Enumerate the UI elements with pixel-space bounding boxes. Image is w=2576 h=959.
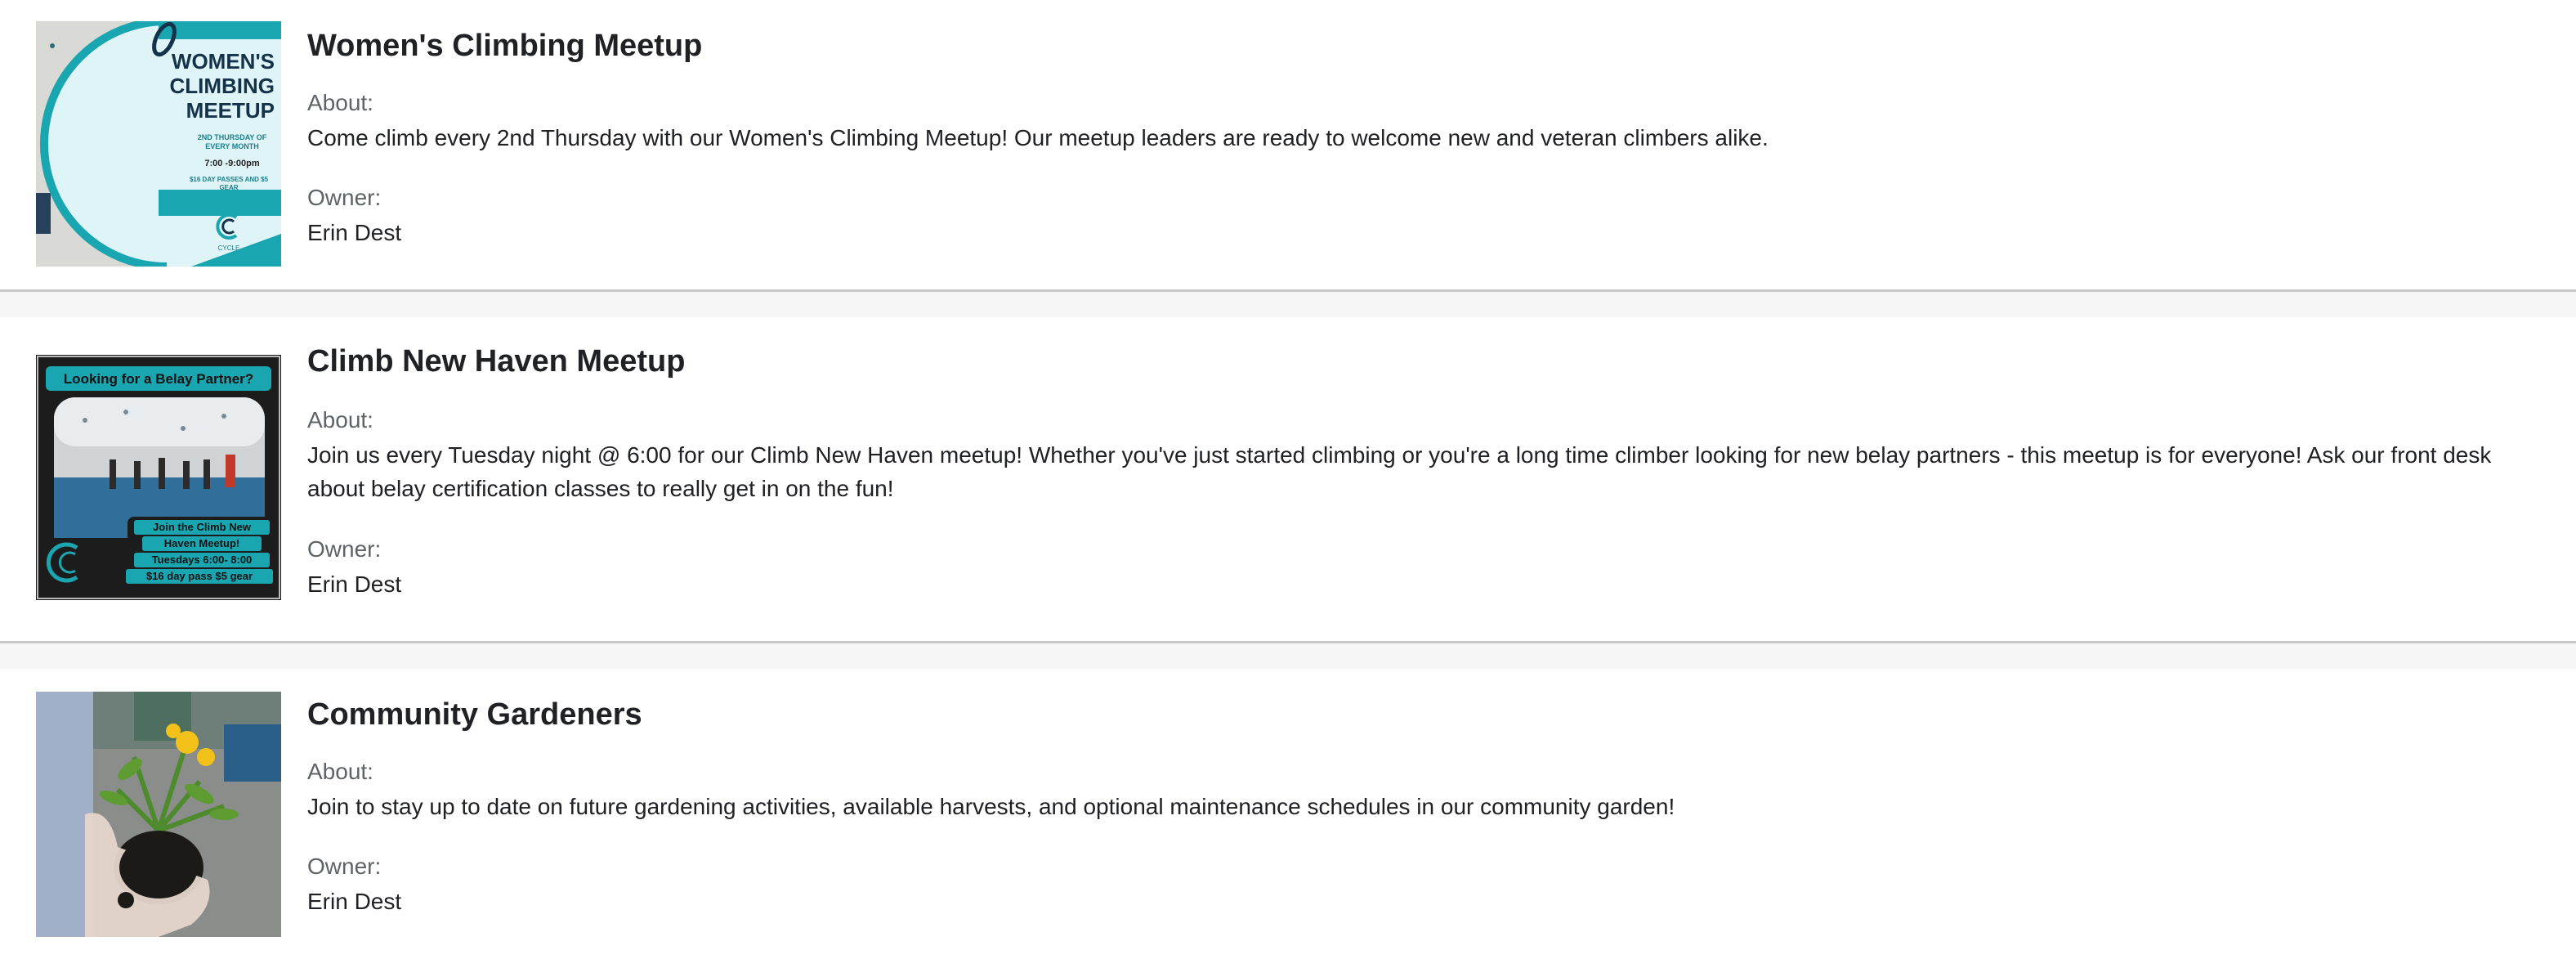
group-card-community-gardeners[interactable]: Community Gardeners About: Join to stay … [0, 669, 2576, 959]
svg-text:Tuesdays 6:00- 8:00: Tuesdays 6:00- 8:00 [152, 553, 253, 566]
owner-name: Erin Dest [307, 220, 402, 245]
svg-text:EVERY MONTH: EVERY MONTH [205, 142, 259, 150]
group-title[interactable]: Community Gardeners [307, 695, 642, 734]
about-text: Join to stay up to date on future garden… [307, 794, 1675, 819]
owner-label: Owner: [307, 536, 382, 562]
about-label: About: [307, 407, 373, 432]
svg-text:WOMEN'S: WOMEN'S [172, 49, 275, 74]
group-thumbnail[interactable]: Looking for a Belay Partner? Join the Cl… [36, 355, 281, 600]
womens-climbing-poster-image: WOMEN'S CLIMBING MEETUP 2ND THURSDAY OF … [36, 21, 281, 267]
belay-partner-poster-image: Looking for a Belay Partner? Join the Cl… [36, 355, 281, 600]
svg-text:Looking for a Belay Partner?: Looking for a Belay Partner? [64, 371, 253, 387]
svg-text:7:00 -9:00pm: 7:00 -9:00pm [204, 159, 259, 168]
svg-text:GEAR: GEAR [219, 184, 238, 191]
group-thumbnail[interactable]: WOMEN'S CLIMBING MEETUP 2ND THURSDAY OF … [36, 21, 281, 267]
owner-name: Erin Dest [307, 571, 402, 597]
group-card-womens-climbing[interactable]: WOMEN'S CLIMBING MEETUP 2ND THURSDAY OF … [0, 0, 2576, 292]
svg-text:CLIMBING: CLIMBING [169, 74, 275, 98]
about-text: Join us every Tuesday night @ 6:00 for o… [307, 442, 2492, 501]
owner-label: Owner: [307, 185, 382, 210]
gardening-photo-image [36, 692, 281, 937]
owner-label: Owner: [307, 854, 382, 879]
owner-name: Erin Dest [307, 889, 402, 914]
groups-list: WOMEN'S CLIMBING MEETUP 2ND THURSDAY OF … [0, 0, 2576, 959]
group-title[interactable]: Climb New Haven Meetup [307, 342, 685, 381]
about-label: About: [307, 90, 373, 115]
group-title[interactable]: Women's Climbing Meetup [307, 26, 702, 65]
group-thumbnail[interactable] [36, 692, 281, 937]
svg-text:Join the Climb New: Join the Climb New [153, 521, 252, 533]
svg-text:2ND THURSDAY OF: 2ND THURSDAY OF [198, 133, 267, 141]
svg-text:MEETUP: MEETUP [186, 98, 275, 123]
svg-text:$16 day pass $5 gear: $16 day pass $5 gear [146, 570, 253, 582]
svg-text:CYCLE: CYCLE [218, 244, 240, 252]
about-text: Come climb every 2nd Thursday with our W… [307, 125, 1769, 150]
svg-text:$16 DAY PASSES AND $5: $16 DAY PASSES AND $5 [190, 176, 269, 183]
about-label: About: [307, 759, 373, 784]
svg-text:Haven Meetup!: Haven Meetup! [164, 537, 239, 549]
group-card-climb-new-haven[interactable]: Looking for a Belay Partner? Join the Cl… [0, 317, 2576, 643]
